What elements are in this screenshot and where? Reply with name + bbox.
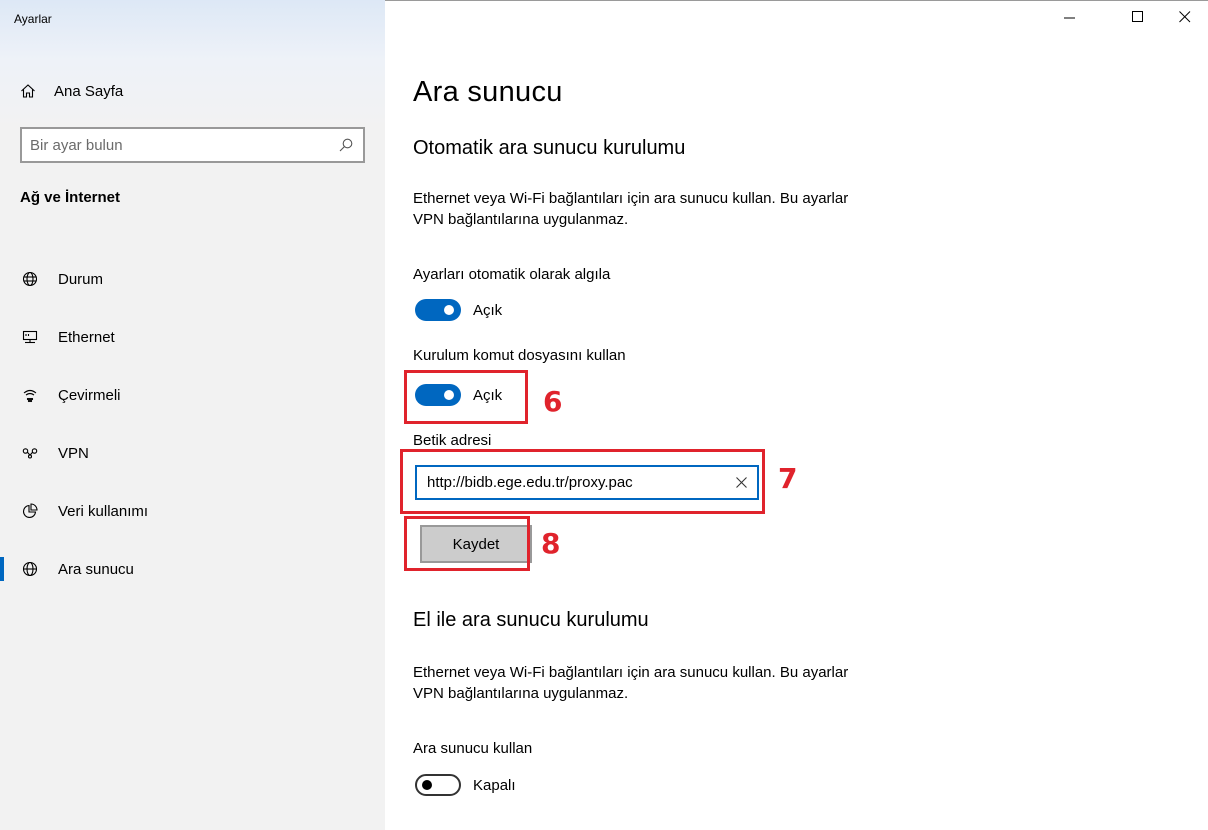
page-title: Ara sunucu bbox=[413, 76, 563, 108]
sidebar-item-ara-sunucu[interactable]: Ara sunucu bbox=[0, 540, 385, 598]
script-address-label: Betik adresi bbox=[413, 432, 492, 449]
sidebar-item-label: Ara sunucu bbox=[58, 560, 134, 578]
toggle-switch[interactable] bbox=[415, 299, 461, 321]
globe-status-icon bbox=[22, 271, 38, 287]
sidebar-item-label: VPN bbox=[58, 444, 89, 462]
sidebar-item-ethernet[interactable]: Ethernet bbox=[0, 308, 385, 366]
app-title: Ayarlar bbox=[14, 12, 52, 26]
dialup-icon bbox=[23, 389, 37, 403]
manual-setup-description: Ethernet veya Wi-Fi bağlantıları için ar… bbox=[413, 662, 953, 704]
use-proxy-label: Ara sunucu kullan bbox=[413, 740, 533, 757]
description-line: Ethernet veya Wi-Fi bağlantıları için ar… bbox=[413, 664, 849, 681]
sidebar-item-veri-kullanimi[interactable]: Veri kullanımı bbox=[0, 482, 385, 540]
main-content: Ara sunucu Otomatik ara sunucu kurulumu … bbox=[413, 0, 1193, 830]
toggle-state-text: Kapalı bbox=[473, 776, 516, 794]
sidebar-section-title: Ağ ve İnternet bbox=[20, 189, 121, 206]
ethernet-icon bbox=[22, 330, 38, 344]
toggle-state-text: Açık bbox=[473, 301, 503, 319]
settings-search[interactable] bbox=[20, 127, 365, 163]
annotation-box-8 bbox=[404, 516, 530, 571]
description-line: VPN bağlantılarına uygulanmaz. bbox=[413, 211, 629, 228]
home-icon bbox=[21, 84, 35, 98]
use-proxy-toggle[interactable]: Kapalı bbox=[415, 774, 516, 796]
search-input[interactable] bbox=[22, 136, 329, 154]
detect-settings-label: Ayarları otomatik olarak algıla bbox=[413, 266, 611, 283]
sidebar-nav: Durum Ethernet Çevirmeli VPN Veri kullan… bbox=[0, 250, 385, 598]
sidebar-item-vpn[interactable]: VPN bbox=[0, 424, 385, 482]
description-line: Ethernet veya Wi-Fi bağlantıları için ar… bbox=[413, 190, 849, 207]
annotation-box-7 bbox=[400, 449, 765, 514]
annotation-number-8: 8 bbox=[541, 527, 561, 560]
sidebar: Ayarlar Ana Sayfa Ağ ve İnternet bbox=[0, 0, 385, 830]
detect-settings-toggle[interactable]: Açık bbox=[415, 299, 502, 321]
manual-setup-heading: El ile ara sunucu kurulumu bbox=[413, 609, 649, 631]
sidebar-item-label: Veri kullanımı bbox=[58, 502, 149, 520]
sidebar-item-durum[interactable]: Durum bbox=[0, 250, 385, 308]
proxy-globe-icon bbox=[22, 561, 38, 577]
search-icon[interactable] bbox=[329, 129, 363, 161]
sidebar-item-label: Çevirmeli bbox=[58, 386, 121, 404]
auto-setup-description: Ethernet veya Wi-Fi bağlantıları için ar… bbox=[413, 188, 953, 230]
annotation-box-6 bbox=[404, 370, 528, 424]
sidebar-home-link[interactable]: Ana Sayfa bbox=[20, 76, 360, 106]
sidebar-item-cevirmeli[interactable]: Çevirmeli bbox=[0, 366, 385, 424]
sidebar-item-label: Durum bbox=[58, 270, 104, 288]
settings-window: Ayarlar Ana Sayfa Ağ ve İnternet bbox=[0, 0, 1208, 830]
toggle-switch[interactable] bbox=[415, 774, 461, 796]
sidebar-item-label: Ethernet bbox=[58, 328, 115, 346]
vpn-icon bbox=[22, 448, 38, 459]
description-line: VPN bağlantılarına uygulanmaz. bbox=[413, 685, 629, 702]
annotation-number-7: 7 bbox=[778, 462, 798, 495]
data-usage-icon bbox=[23, 503, 38, 518]
cut-off-content bbox=[413, 822, 793, 830]
auto-setup-heading: Otomatik ara sunucu kurulumu bbox=[413, 137, 686, 159]
annotation-number-6: 6 bbox=[543, 385, 563, 418]
setup-script-label: Kurulum komut dosyasını kullan bbox=[413, 347, 626, 364]
home-label: Ana Sayfa bbox=[54, 82, 124, 100]
